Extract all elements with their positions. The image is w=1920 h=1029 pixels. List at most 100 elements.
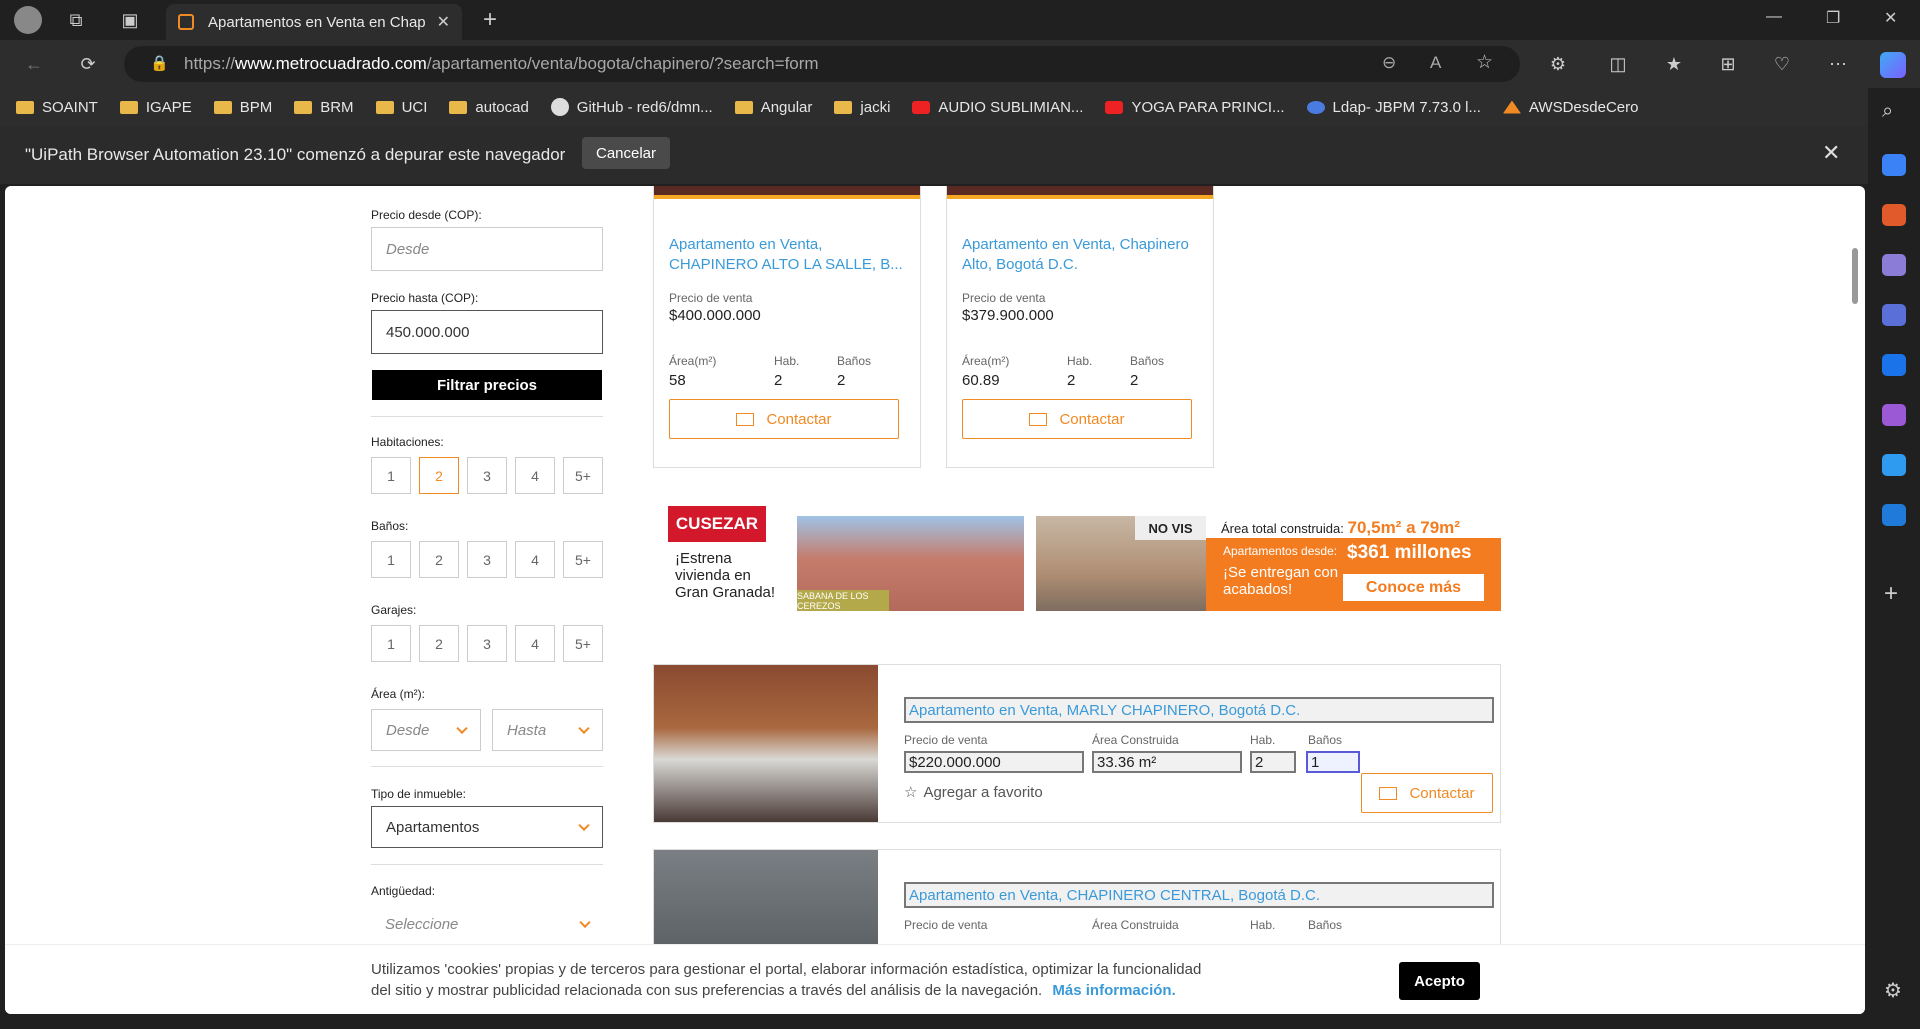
youtube-icon [1105,100,1124,114]
banos-option[interactable]: 2 [419,541,459,578]
antiguedad-select[interactable]: Seleccione [371,904,603,944]
contact-button[interactable]: Contactar [962,399,1192,439]
shopping-icon[interactable] [1882,154,1906,176]
ad-banner[interactable]: CUSEZAR ¡Estrena vivienda en Gran Granad… [663,506,1501,611]
more-menu-icon[interactable]: ⋯ [1826,52,1850,76]
price-label: Precio de venta [904,733,988,747]
favorite-star-icon[interactable]: ☆ [1476,51,1493,74]
property-list-card[interactable]: Apartamento en Venta, MARLY CHAPINERO, B… [653,664,1501,823]
envelope-icon [736,412,755,426]
bookmark-item[interactable]: BPM [213,99,272,116]
habitaciones-option[interactable]: 2 [419,457,459,494]
bookmark-item[interactable]: Ldap- JBPM 7.73.0 l... [1306,99,1481,116]
tipo-inmueble-select[interactable]: Apartamentos [371,806,603,848]
ad-area-label: Área total construida: [1221,521,1344,536]
banos-option[interactable]: 4 [515,541,555,578]
area-hasta-select[interactable]: Hasta [492,709,603,751]
cancel-debug-button[interactable]: Cancelar [582,137,670,169]
folder-icon [834,100,853,114]
precio-hasta-input[interactable]: 450.000.000 [371,310,603,354]
tools-icon[interactable] [1882,204,1906,226]
search-icon[interactable]: ⌕ [1882,100,1893,123]
bookmark-label: GitHub - red6/dmn... [576,98,713,116]
favorite-link[interactable]: ☆ Agregar a favorito [904,783,1043,801]
garajes-option[interactable]: 3 [467,625,507,662]
edge-sidebar: ⌕ + ⚙ [1868,88,1920,1029]
read-aloud-icon[interactable]: A [1430,53,1441,73]
close-infobar-icon[interactable]: ✕ [1822,140,1840,166]
property-title[interactable]: Apartamento en Venta, CHAPINERO CENTRAL,… [904,882,1494,908]
banos-option[interactable]: 5+ [563,541,603,578]
extensions-icon[interactable]: ⚙ [1546,52,1570,76]
profile-icon[interactable] [14,6,42,34]
area-value: 60.89 [962,372,1000,389]
property-title[interactable]: Apartamento en Venta, CHAPINERO ALTO LA … [669,235,909,275]
garajes-option[interactable]: 1 [371,625,411,662]
banos-option[interactable]: 3 [467,541,507,578]
bookmark-item[interactable]: YOGA PARA PRINCI... [1105,99,1285,116]
designer-icon[interactable] [1882,404,1906,426]
cookie-more-link[interactable]: Más información. [1052,982,1175,999]
zoom-icon[interactable]: ⊖ [1382,53,1396,73]
bookmark-item[interactable]: BRM [294,99,354,116]
property-card[interactable]: Apartamento en Venta, Chapinero Alto, Bo… [946,186,1214,468]
bookmark-item[interactable]: SOAINT [16,99,98,116]
page-scrollbar[interactable] [1852,248,1858,304]
health-icon[interactable]: ♡ [1770,52,1794,76]
contact-button[interactable]: Contactar [669,399,899,439]
bookmark-item[interactable]: Angular [734,99,812,116]
garajes-option[interactable]: 5+ [563,625,603,662]
bookmark-item[interactable]: IGAPE [119,99,192,116]
bing-search-icon[interactable] [1882,504,1906,526]
cookie-accept-button[interactable]: Acepto [1399,962,1480,1000]
habitaciones-option[interactable]: 3 [467,457,507,494]
url-field[interactable]: 🔒 https://www.metrocuadrado.com/apartame… [124,46,1520,82]
garajes-option[interactable]: 4 [515,625,555,662]
bookmark-item[interactable]: jacki [834,99,890,116]
property-title[interactable]: Apartamento en Venta, MARLY CHAPINERO, B… [904,697,1494,723]
send-icon[interactable] [1882,454,1906,476]
close-window-icon[interactable]: ✕ [1884,8,1897,28]
bookmark-item[interactable]: AUDIO SUBLIMIAN... [912,99,1083,116]
filtrar-precios-button[interactable]: Filtrar precios [372,370,602,400]
new-tab-icon[interactable]: + [478,8,502,32]
settings-icon[interactable]: ⚙ [1884,978,1902,1003]
bookmark-item[interactable]: UCI [375,99,427,116]
collections-icon[interactable]: ⊞ [1716,52,1740,76]
property-card[interactable]: Apartamento en Venta, CHAPINERO ALTO LA … [653,186,921,468]
ad-cta-button[interactable]: Conoce más [1343,574,1484,601]
copilot-icon[interactable] [1880,52,1906,78]
garajes-option[interactable]: 2 [419,625,459,662]
ad-area-value: 70,5m² a 79m² [1347,518,1460,537]
split-screen-icon[interactable]: ◫ [1606,52,1630,76]
banos-label: Baños [1308,918,1343,932]
add-sidebar-icon[interactable]: + [1884,580,1898,608]
active-tab[interactable]: Apartamentos en Venta en Chap ✕ [166,4,462,40]
outlook-icon[interactable] [1882,354,1906,376]
bookmark-item[interactable]: GitHub - red6/dmn... [550,98,713,116]
youtube-icon [912,100,931,114]
habitaciones-option[interactable]: 4 [515,457,555,494]
bookmark-item[interactable]: autocad [449,99,529,116]
debug-infobar: "UiPath Browser Automation 23.10" comenz… [0,126,1868,184]
bookmark-item[interactable]: AWSDesdeCero [1502,99,1638,116]
banos-option[interactable]: 1 [371,541,411,578]
precio-desde-input[interactable]: Desde [371,227,603,271]
refresh-icon[interactable]: ⟳ [76,52,100,76]
workspaces-icon[interactable]: ⧉ [64,8,88,32]
games-icon[interactable] [1882,254,1906,276]
minimize-icon[interactable]: — [1766,8,1782,26]
contact-button[interactable]: Contactar [1361,773,1493,813]
habitaciones-option[interactable]: 5+ [563,457,603,494]
divider [371,416,603,417]
restore-icon[interactable]: ❐ [1826,8,1840,28]
microsoft365-icon[interactable] [1882,304,1906,326]
favorites-icon[interactable]: ★ [1662,52,1686,76]
property-title[interactable]: Apartamento en Venta, Chapinero Alto, Bo… [962,235,1202,275]
area-desde-select[interactable]: Desde [371,709,481,751]
tab-actions-icon[interactable]: ▣ [118,8,142,32]
close-tab-icon[interactable]: ✕ [437,12,450,32]
habitaciones-option[interactable]: 1 [371,457,411,494]
back-icon[interactable]: ← [22,52,46,76]
github-icon [550,98,569,116]
